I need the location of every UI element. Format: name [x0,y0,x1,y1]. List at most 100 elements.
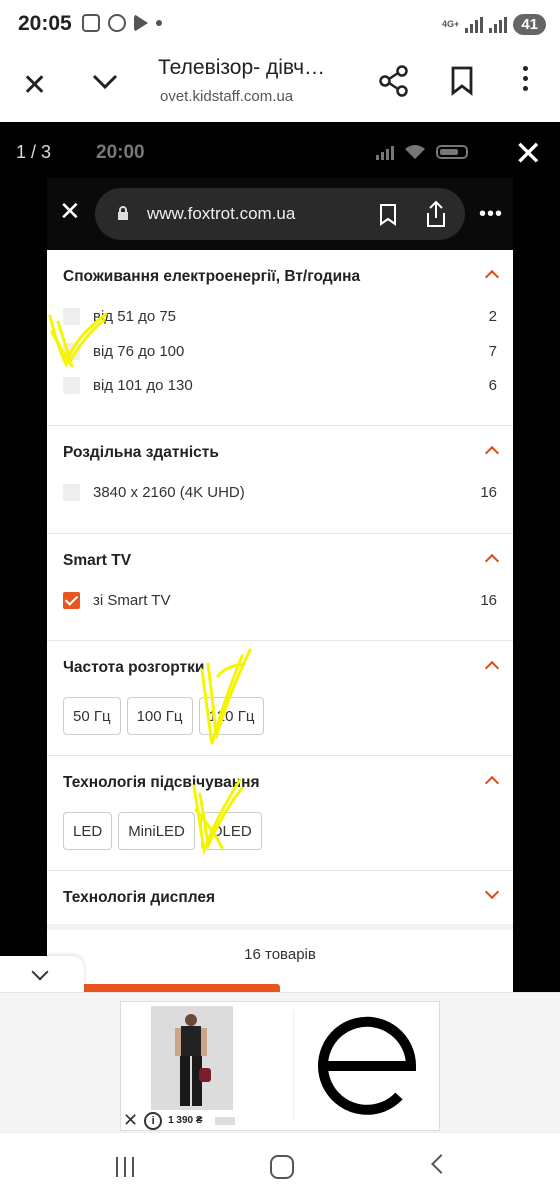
screenshot-browser-bar: ✕ www.foxtrot.com.ua ••• [47,178,513,250]
ad-close-icon[interactable]: ✕ [123,1110,138,1131]
ad-banner[interactable]: ✕ i 1 390 ₴ [120,1001,440,1131]
status-time: 20:05 [18,12,72,35]
viber-icon [108,14,126,32]
chip-miniled[interactable]: MiniLED [118,812,195,850]
screenshot-share-icon [427,200,445,227]
screenshot-more-icon: ••• [479,203,504,225]
option-label: від 51 до 75 [93,307,177,325]
ad-price: 1 390 ₴ [168,1115,203,1126]
filter-option[interactable]: 3840 x 2160 (4K UHD) 16 [63,480,497,504]
chip-group: LED MiniLED OLED [63,812,262,850]
page-url: ovet.kidstaff.com.ua [160,88,294,105]
option-label: зі Smart TV [93,591,171,609]
screenshot-status-icons [376,144,468,160]
signal-2-icon [489,16,508,33]
chip-oled[interactable]: OLED [200,812,262,850]
screenshot-time: 20:00 [96,142,145,163]
option-count: 2 [488,307,497,325]
network-type: 4G+ [442,19,460,29]
screenshot-close-icon: ✕ [59,196,81,226]
screenshot-signal-icon [376,144,394,160]
filter-section-backlight: Технологія підсвічування LED MiniLED OLE… [47,756,513,871]
chevron-up-icon[interactable] [484,445,500,461]
option-count: 16 [480,483,497,501]
lock-icon [118,206,128,220]
filter-section-refresh-rate: Частота розгортки 50 Гц 100 Гц 120 Гц [47,641,513,756]
chevron-down-icon[interactable] [484,884,500,900]
checkbox[interactable] [63,483,80,501]
checkbox[interactable] [63,307,80,325]
chevron-up-icon[interactable] [484,775,500,791]
section-title: Технологія підсвічування [63,774,260,791]
filter-option[interactable]: від 101 до 130 6 [63,373,497,397]
chip-led[interactable]: LED [63,812,113,850]
section-title: Споживання електроенергії, Вт/година [63,268,361,285]
signal-icon [465,16,484,33]
system-nav-bar [0,1132,560,1200]
filter-option[interactable]: від 51 до 75 2 [63,304,497,328]
screenshot-icon [82,14,100,32]
more-options-icon[interactable] [520,66,530,96]
filter-option[interactable]: зі Smart TV 16 [63,588,497,612]
page-title: Телевізор- дівч… [158,56,326,79]
screenshot-battery-icon [436,145,468,159]
ad-controls: ✕ i 1 390 ₴ [123,1110,235,1131]
play-icon [134,14,148,32]
image-counter: 1 / 3 [16,142,52,162]
viewer-close-icon[interactable]: ✕ [514,134,543,174]
share-icon[interactable] [378,64,410,98]
ad-info-icon[interactable]: i [144,1111,163,1130]
option-label: від 76 до 100 [93,342,185,360]
option-label: від 101 до 130 [93,376,193,394]
ad-price-chip [214,1116,235,1125]
ad-divider [293,1010,294,1120]
results-count-bar[interactable]: 16 товарів [47,924,513,978]
brand-logo-icon[interactable] [311,1010,423,1122]
system-indicators: 4G+ 41 [442,14,546,35]
filter-panel: Споживання електроенергії, Вт/година від… [47,250,513,992]
ad-product-photo[interactable] [151,1006,233,1110]
chip-120hz[interactable]: 120 Гц [198,697,265,735]
chevron-down-icon[interactable] [90,66,120,96]
ad-banner-area: ✕ i 1 390 ₴ [0,992,560,1132]
back-icon[interactable] [431,1154,451,1174]
status-bar: 20:05 4G+ 41 [0,0,560,52]
filter-section-display-tech[interactable]: Технологія дисплея [47,871,513,923]
option-label: 3840 x 2160 (4K UHD) [93,483,245,501]
checkbox-checked[interactable] [63,591,80,609]
notification-icons [82,14,162,32]
chip-group: 50 Гц 100 Гц 120 Гц [63,697,265,735]
section-title: Частота розгортки [63,659,205,676]
filter-section-resolution: Роздільна здатність 3840 x 2160 (4K UHD)… [47,426,513,534]
chevron-down-icon [31,963,49,981]
section-title: Роздільна здатність [63,444,219,461]
results-count: 16 товарів [244,945,316,963]
wifi-icon [405,145,425,159]
section-title: Технологія дисплея [63,889,216,906]
option-count: 7 [488,342,497,360]
show-results-button[interactable] [82,984,280,992]
chevron-up-icon[interactable] [484,553,500,569]
chevron-up-icon[interactable] [484,660,500,676]
option-count: 16 [480,591,497,609]
checkbox[interactable] [63,342,80,360]
screenshot-url-text: www.foxtrot.com.ua [147,204,296,223]
home-icon[interactable] [270,1155,294,1179]
filter-section-smart-tv: Smart TV зі Smart TV 16 [47,534,513,641]
more-notifications-icon [156,20,162,26]
screenshot-url-bar: www.foxtrot.com.ua [95,188,465,240]
chevron-up-icon[interactable] [484,269,500,285]
recent-apps-icon[interactable] [116,1157,134,1177]
chip-50hz[interactable]: 50 Гц [63,697,121,735]
filter-option[interactable]: від 76 до 100 7 [63,339,497,363]
battery-level: 41 [513,14,546,35]
chip-100hz[interactable]: 100 Гц [126,697,193,735]
close-icon[interactable]: ✕ [22,68,47,103]
bookmark-icon[interactable] [450,66,474,96]
checkbox[interactable] [63,376,80,394]
filter-section-power: Споживання електроенергії, Вт/година від… [47,250,513,426]
screenshot-bookmark-icon [380,204,396,226]
option-count: 6 [488,376,497,394]
image-viewer: 1 / 3 ✕ 20:00 ✕ www.foxtrot.com.ua ••• С… [0,122,560,992]
section-title: Smart TV [63,552,132,569]
